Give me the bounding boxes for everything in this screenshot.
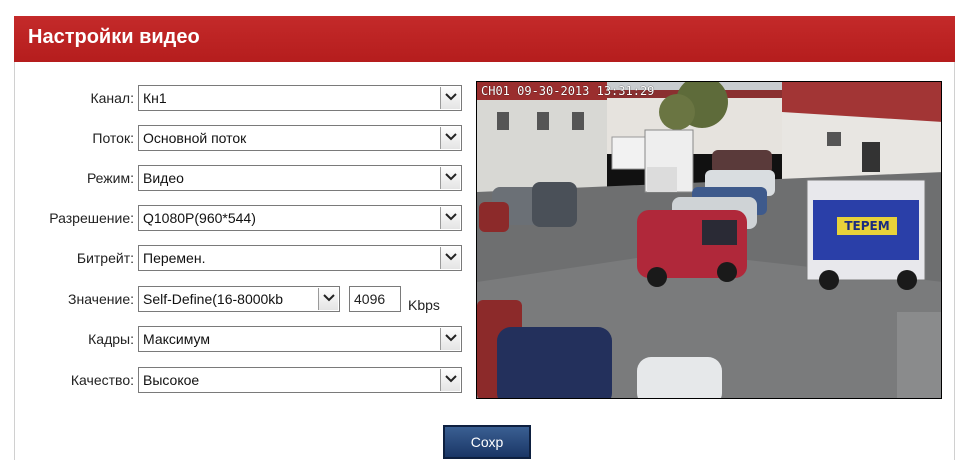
resolution-select[interactable]: Q1080P(960*544) — [138, 205, 462, 231]
chevron-down-icon[interactable] — [440, 127, 460, 149]
camera-osd-timestamp: CH01 09-30-2013 13:31:29 — [481, 84, 655, 98]
quality-select[interactable]: Высокое — [138, 367, 462, 393]
page-title: Настройки видео — [28, 26, 200, 48]
quality-label: Качество: — [70, 372, 134, 388]
chevron-down-icon[interactable] — [440, 247, 460, 269]
title-bar: Настройки видео — [14, 16, 955, 62]
camera-preview-image: ТЕРЕМ — [477, 82, 941, 398]
bitrate-input[interactable]: 4096 — [349, 286, 401, 312]
bitrate-unit: Kbps — [408, 297, 440, 313]
bitrate-mode-label: Битрейт: — [76, 250, 134, 266]
framerate-select[interactable]: Максимум — [138, 326, 462, 352]
channel-select[interactable]: Кн1 — [138, 85, 462, 111]
channel-value: Кн1 — [143, 90, 167, 106]
camera-preview: ТЕРЕМ CH01 09-30-2013 13:31:29 — [476, 81, 942, 399]
mode-select[interactable]: Видео — [138, 165, 462, 191]
framerate-value: Максимум — [143, 331, 210, 347]
bitrate-preset-value: Self-Define(16-8000kb — [143, 291, 284, 307]
stream-label: Поток: — [92, 130, 134, 146]
channel-label: Канал: — [90, 90, 134, 106]
truck-sign-text: ТЕРЕМ — [844, 219, 889, 233]
bitrate-value-label: Значение: — [68, 291, 134, 307]
mode-value: Видео — [143, 170, 184, 186]
bitrate-preset-select[interactable]: Self-Define(16-8000kb — [138, 286, 340, 312]
chevron-down-icon[interactable] — [440, 207, 460, 229]
bitrate-mode-value: Перемен. — [143, 250, 206, 266]
chevron-down-icon[interactable] — [440, 87, 460, 109]
bitrate-input-value: 4096 — [354, 291, 386, 307]
mode-label: Режим: — [86, 170, 134, 186]
stream-select[interactable]: Основной поток — [138, 125, 462, 151]
resolution-value: Q1080P(960*544) — [143, 210, 256, 226]
chevron-down-icon[interactable] — [440, 328, 460, 350]
framerate-label: Кадры: — [88, 331, 134, 347]
stream-value: Основной поток — [143, 130, 247, 146]
bitrate-mode-select[interactable]: Перемен. — [138, 245, 462, 271]
chevron-down-icon[interactable] — [440, 369, 460, 391]
quality-value: Высокое — [143, 372, 200, 388]
chevron-down-icon[interactable] — [318, 288, 338, 310]
save-button[interactable]: Сохр — [443, 425, 531, 459]
bitrate-value-row: Значение: Self-Define(16-8000kb 4096 Kbp… — [0, 286, 460, 313]
resolution-label: Разрешение: — [49, 210, 134, 226]
chevron-down-icon[interactable] — [440, 167, 460, 189]
